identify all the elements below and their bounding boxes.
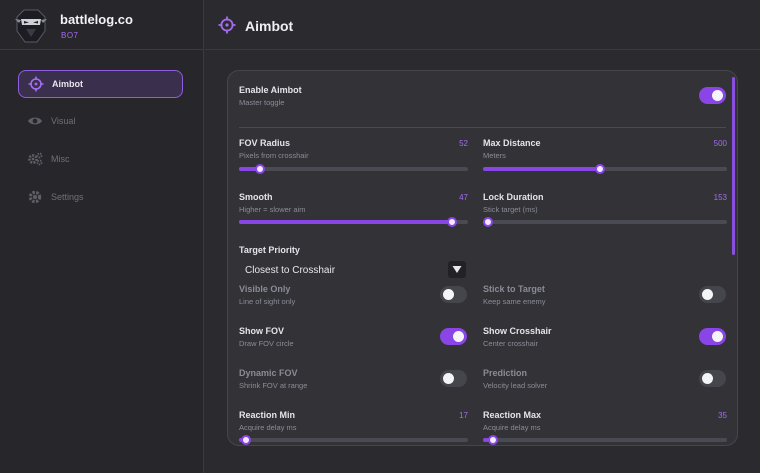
sidebar: battlelog.co BO7 Aimbot Visual Misc Sett… bbox=[0, 0, 204, 473]
reaction-min-slider[interactable] bbox=[239, 435, 468, 445]
max-distance-slider[interactable] bbox=[483, 164, 727, 174]
slider-fill bbox=[483, 167, 601, 171]
toggle-knob bbox=[702, 289, 713, 300]
sidebar-item-misc[interactable]: Misc bbox=[18, 146, 183, 174]
toggle-knob bbox=[443, 289, 454, 300]
crosshair-icon bbox=[218, 16, 236, 34]
slider-thumb[interactable] bbox=[254, 164, 265, 174]
sidebar-item-label: Settings bbox=[51, 192, 84, 202]
sidebar-item-visual[interactable]: Visual bbox=[18, 108, 183, 136]
slider-thumb[interactable] bbox=[240, 435, 251, 445]
sidebar-item-label: Misc bbox=[51, 154, 70, 164]
sidebar-item-label: Aimbot bbox=[52, 79, 83, 89]
gear-icon bbox=[28, 190, 42, 204]
fov-radius-sub: Pixels from crosshair bbox=[239, 151, 309, 160]
enable-aimbot-toggle[interactable] bbox=[699, 87, 726, 104]
app-subtitle: BO7 bbox=[61, 31, 79, 40]
slider-thumb[interactable] bbox=[595, 164, 606, 174]
max-distance-label: Max Distance bbox=[483, 138, 541, 148]
smooth-label: Smooth bbox=[239, 192, 273, 202]
prediction-label: Prediction bbox=[483, 368, 528, 378]
page-header: Aimbot bbox=[205, 0, 760, 50]
scrollbar[interactable] bbox=[732, 77, 735, 255]
reaction-max-slider[interactable] bbox=[483, 435, 727, 445]
toggle-knob bbox=[712, 90, 723, 101]
visible-only-toggle[interactable] bbox=[440, 286, 467, 303]
stick-to-target-toggle[interactable] bbox=[699, 286, 726, 303]
smooth-value: 47 bbox=[459, 193, 468, 202]
smooth-sub: Higher = slower aim bbox=[239, 205, 306, 214]
visible-only-label: Visible Only bbox=[239, 284, 291, 294]
reaction-max-sub: Acquire delay ms bbox=[483, 423, 541, 432]
slider-thumb[interactable] bbox=[487, 435, 498, 445]
lock-duration-label: Lock Duration bbox=[483, 192, 544, 202]
show-crosshair-label: Show Crosshair bbox=[483, 326, 552, 336]
app-name: battlelog.co bbox=[60, 12, 133, 27]
toggle-knob bbox=[453, 331, 464, 342]
toggle-knob bbox=[712, 331, 723, 342]
slider-thumb[interactable] bbox=[446, 217, 457, 227]
target-priority-select[interactable]: Closest to Crosshair bbox=[239, 260, 469, 280]
visible-only-sub: Line of sight only bbox=[239, 297, 296, 306]
smooth-slider[interactable] bbox=[239, 217, 468, 227]
show-fov-sub: Draw FOV circle bbox=[239, 339, 294, 348]
stick-to-target-sub: Keep same enemy bbox=[483, 297, 546, 306]
reaction-min-value: 17 bbox=[459, 411, 468, 420]
reaction-max-label: Reaction Max bbox=[483, 410, 542, 420]
divider bbox=[239, 127, 726, 128]
slider-fill bbox=[239, 220, 452, 224]
lock-duration-sub: Stick target (ms) bbox=[483, 205, 538, 214]
dynamic-fov-label: Dynamic FOV bbox=[239, 368, 298, 378]
toggle-knob bbox=[702, 373, 713, 384]
dynamic-fov-toggle[interactable] bbox=[440, 370, 467, 387]
reaction-max-value: 35 bbox=[718, 411, 727, 420]
brand-header: battlelog.co BO7 bbox=[0, 0, 204, 50]
eye-icon bbox=[28, 117, 42, 125]
reaction-min-sub: Acquire delay ms bbox=[239, 423, 297, 432]
dynamic-fov-sub: Shrink FOV at range bbox=[239, 381, 308, 390]
ninja-logo-icon bbox=[15, 9, 47, 43]
max-distance-value: 500 bbox=[713, 139, 727, 148]
sidebar-item-label: Visual bbox=[51, 116, 76, 126]
page-title: Aimbot bbox=[245, 18, 294, 34]
max-distance-sub: Meters bbox=[483, 151, 506, 160]
reaction-min-label: Reaction Min bbox=[239, 410, 296, 420]
show-crosshair-toggle[interactable] bbox=[699, 328, 726, 345]
show-fov-label: Show FOV bbox=[239, 326, 284, 336]
prediction-sub: Velocity lead solver bbox=[483, 381, 548, 390]
settings-panel: Enable Aimbot Master toggle FOV Radius P… bbox=[227, 70, 738, 446]
fov-radius-slider[interactable] bbox=[239, 164, 468, 174]
prediction-toggle[interactable] bbox=[699, 370, 726, 387]
lock-duration-slider[interactable] bbox=[482, 217, 727, 227]
target-priority-value: Closest to Crosshair bbox=[245, 265, 336, 276]
enable-aimbot-sub: Master toggle bbox=[239, 98, 285, 107]
chevron-down-icon[interactable] bbox=[448, 261, 466, 278]
stick-to-target-label: Stick to Target bbox=[483, 284, 545, 294]
fov-radius-value: 52 bbox=[459, 139, 468, 148]
sidebar-item-settings[interactable]: Settings bbox=[18, 184, 183, 212]
lock-duration-value: 153 bbox=[713, 193, 727, 202]
show-fov-toggle[interactable] bbox=[440, 328, 467, 345]
sidebar-item-aimbot[interactable]: Aimbot bbox=[18, 70, 183, 98]
toggle-knob bbox=[443, 373, 454, 384]
fov-radius-label: FOV Radius bbox=[239, 138, 291, 148]
show-crosshair-sub: Center crosshair bbox=[483, 339, 539, 348]
gears-icon bbox=[28, 152, 43, 166]
target-priority-label: Target Priority bbox=[239, 245, 300, 255]
enable-aimbot-label: Enable Aimbot bbox=[239, 85, 302, 95]
crosshair-icon bbox=[28, 76, 44, 92]
slider-thumb[interactable] bbox=[482, 217, 493, 227]
